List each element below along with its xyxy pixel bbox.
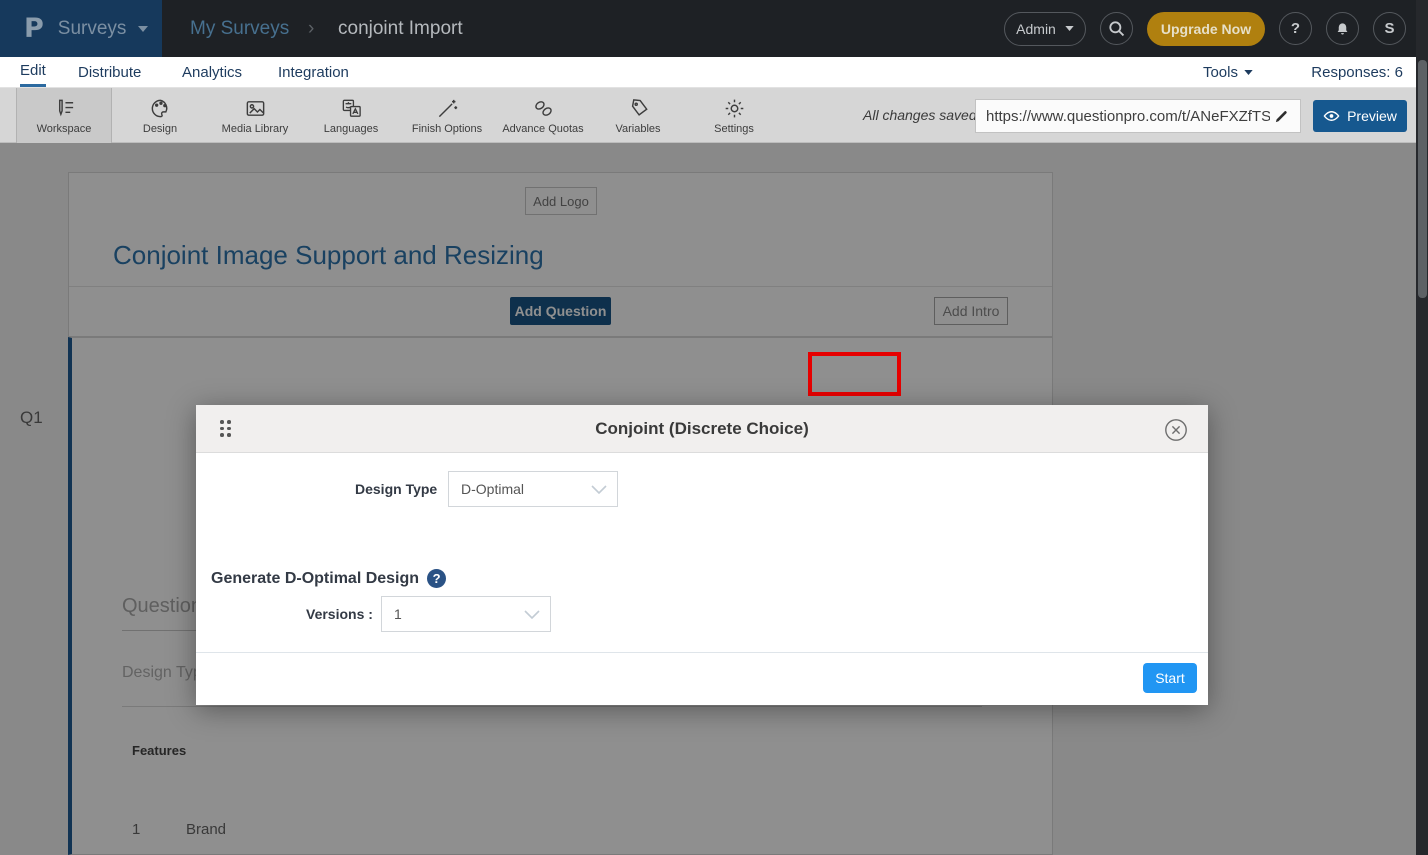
save-status-text: All changes saved (863, 107, 977, 123)
toolbar-item-label: Workspace (37, 123, 92, 135)
close-circle-icon (1164, 418, 1188, 442)
workspace-icon (53, 97, 76, 120)
editor-toolbar: Workspace Design Media Library Languages… (0, 88, 1416, 143)
caret-down-icon (1065, 26, 1074, 31)
admin-label: Admin (1016, 21, 1056, 37)
toolbar-item-design[interactable]: Design (112, 88, 208, 143)
search-icon (1108, 20, 1125, 37)
toolbar-item-languages[interactable]: Languages (303, 88, 399, 143)
toolbar-item-label: Advance Quotas (502, 123, 583, 135)
modal-close-button[interactable] (1164, 418, 1188, 442)
toolbar-item-label: Design (143, 123, 177, 135)
survey-url-field (975, 99, 1301, 133)
toolbar-item-finish-options[interactable]: Finish Options (399, 88, 495, 143)
breadcrumb-current: conjoint Import (338, 0, 463, 57)
pencil-icon (1274, 109, 1289, 124)
modal-title: Conjoint (Discrete Choice) (196, 405, 1208, 453)
toolbar-item-label: Media Library (222, 123, 289, 135)
upgrade-now-button[interactable]: Upgrade Now (1147, 12, 1265, 46)
generate-design-heading-text: Generate D-Optimal Design (211, 570, 419, 588)
bell-icon (1335, 21, 1350, 37)
media-library-icon (244, 97, 267, 120)
tab-analytics[interactable]: Analytics (182, 57, 242, 87)
versions-select[interactable]: 1 (381, 596, 551, 632)
eye-icon (1323, 110, 1340, 122)
languages-icon (340, 97, 363, 120)
modal-header: Conjoint (Discrete Choice) (196, 405, 1208, 453)
toolbar-item-label: Finish Options (412, 123, 482, 135)
preview-button[interactable]: Preview (1313, 100, 1407, 132)
advance-quotas-chain-icon (532, 97, 555, 120)
design-type-label: Design Type (355, 481, 437, 497)
navbar-actions: Admin Upgrade Now ? S (1004, 0, 1406, 57)
design-palette-icon (149, 97, 172, 120)
admin-menu[interactable]: Admin (1004, 12, 1086, 46)
avatar-initial: S (1384, 20, 1394, 37)
help-button[interactable]: ? (1279, 12, 1312, 45)
toolbar-item-settings[interactable]: Settings (686, 88, 782, 143)
toolbar-item-media-library[interactable]: Media Library (207, 88, 303, 143)
help-icon[interactable]: ? (427, 569, 446, 588)
finish-options-wand-icon (436, 97, 459, 120)
tab-edit[interactable]: Edit (20, 57, 46, 87)
tab-distribute[interactable]: Distribute (78, 57, 141, 87)
start-button[interactable]: Start (1143, 663, 1197, 693)
caret-down-icon (138, 26, 148, 32)
question-mark-icon: ? (1291, 20, 1300, 37)
surveys-product-menu[interactable]: P Surveys (0, 0, 162, 57)
notifications-button[interactable] (1326, 12, 1359, 45)
toolbar-item-label: Variables (615, 123, 660, 135)
scrollbar-thumb[interactable] (1418, 60, 1427, 298)
caret-down-icon (1244, 70, 1253, 75)
design-type-select[interactable]: D-Optimal (448, 471, 618, 507)
modal-footer-divider (196, 652, 1208, 653)
product-label: Surveys (58, 18, 127, 40)
toolbar-item-label: Languages (324, 123, 378, 135)
top-navbar: P Surveys My Surveys › conjoint Import A… (0, 0, 1428, 57)
page-scrollbar (1416, 0, 1428, 855)
toolbar-item-workspace[interactable]: Workspace (16, 88, 112, 143)
variables-tag-icon (627, 97, 650, 120)
preview-button-label: Preview (1347, 108, 1397, 124)
search-button[interactable] (1100, 12, 1133, 45)
versions-label: Versions : (306, 606, 373, 622)
chevron-down-icon (524, 610, 540, 619)
chevron-down-icon (591, 485, 607, 494)
questionpro-logo-icon: P (24, 13, 44, 44)
toolbar-item-label: Settings (714, 123, 754, 135)
generate-design-heading: Generate D-Optimal Design ? (211, 569, 446, 588)
toolbar-item-advance-quotas[interactable]: Advance Quotas (495, 88, 591, 143)
conjoint-settings-modal: Conjoint (Discrete Choice) Design Type D… (196, 405, 1208, 705)
versions-value: 1 (394, 606, 402, 622)
survey-url-input[interactable] (976, 108, 1274, 125)
settings-gear-icon (723, 97, 746, 120)
design-type-value: D-Optimal (461, 481, 524, 497)
breadcrumb-parent[interactable]: My Surveys (190, 0, 289, 57)
survey-menu-bar: Edit Distribute Analytics Integration To… (0, 57, 1416, 88)
edit-url-button[interactable] (1274, 109, 1300, 124)
tools-label: Tools (1203, 64, 1238, 81)
app-window: P Surveys My Surveys › conjoint Import A… (0, 0, 1428, 855)
toolbar-item-variables[interactable]: Variables (590, 88, 686, 143)
tools-menu[interactable]: Tools (1203, 57, 1253, 87)
tab-integration[interactable]: Integration (278, 57, 349, 87)
responses-count: Responses: 6 (1311, 57, 1403, 87)
annotation-settings-highlight (808, 352, 901, 396)
breadcrumb-separator: › (308, 0, 314, 57)
user-avatar[interactable]: S (1373, 12, 1406, 45)
